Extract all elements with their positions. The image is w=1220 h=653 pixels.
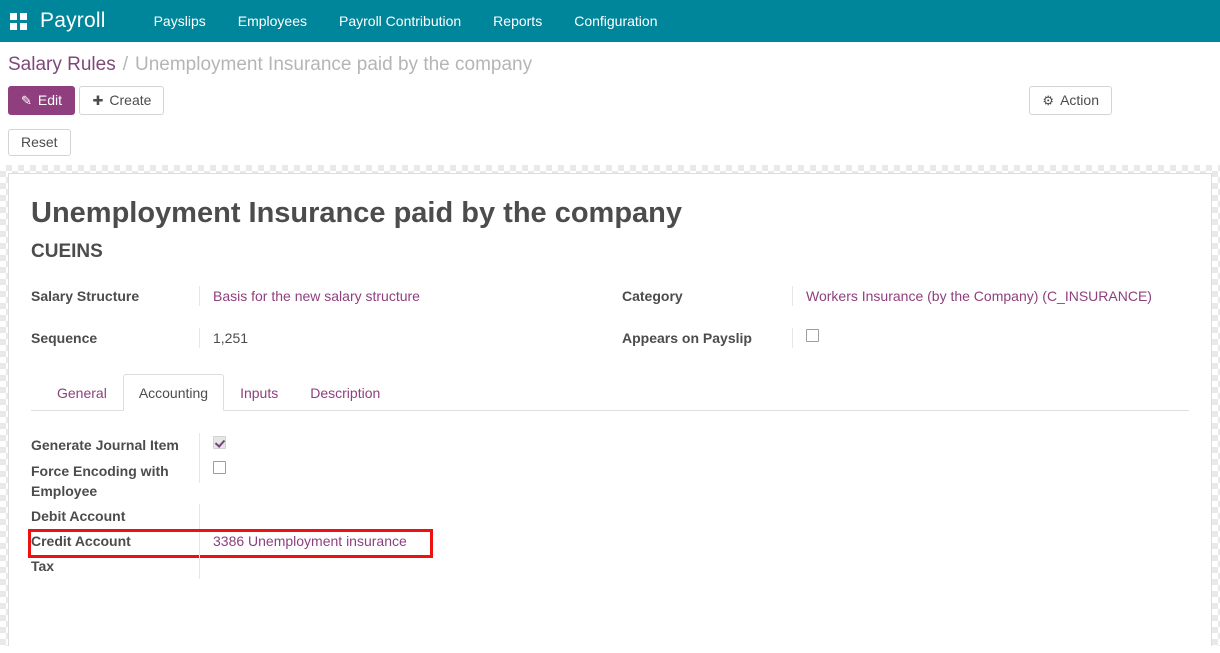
field-sequence: Sequence 1,251 [31,328,610,349]
tab-inputs[interactable]: Inputs [224,374,294,411]
form-sheet: Unemployment Insurance paid by the compa… [8,173,1212,646]
create-button-label: Create [109,92,152,108]
gear-icon: ⚙ [1042,93,1055,108]
create-button[interactable]: ✚ Create [79,86,165,115]
field-value-salary-structure[interactable]: Basis for the new salary structure [199,286,610,307]
field-category: Category Workers Insurance (by the Compa… [622,286,1189,307]
field-label-category: Category [622,288,683,305]
value-credit-account[interactable]: 3386 Unemployment insurance [199,529,1189,555]
label-generate-journal-item: Generate Journal Item [31,437,179,454]
field-columns: Salary Structure Basis for the new salar… [31,286,1189,370]
page-title: Unemployment Insurance paid by the compa… [31,197,683,229]
label-debit-account: Debit Account [31,508,126,525]
breadcrumb-current: Unemployment Insurance paid by the compa… [135,54,533,75]
field-column-right: Category Workers Insurance (by the Compa… [610,286,1189,370]
control-panel: ✎ Edit ✚ Create ⚙ Action [0,86,1220,122]
field-value-sequence[interactable]: 1,251 [199,328,610,349]
label-tax: Tax [31,558,55,575]
top-navbar: Payroll Payslips Employees Payroll Contr… [0,0,1220,42]
row-debit-account: Debit Account [31,504,1189,530]
label-credit-account: Credit Account [31,533,131,550]
field-salary-structure: Salary Structure Basis for the new salar… [31,286,610,307]
field-column-left: Salary Structure Basis for the new salar… [31,286,610,370]
breadcrumb-separator: / [122,54,128,75]
field-appears-on-payslip: Appears on Payslip [622,328,1189,349]
action-button[interactable]: ⚙ Action [1029,86,1112,115]
value-force-encoding-with-employee [199,458,1189,484]
action-button-label: Action [1060,92,1099,108]
nav-item-reports[interactable]: Reports [477,0,558,42]
edit-button-label: Edit [37,92,63,108]
field-label-appears-on-payslip: Appears on Payslip [622,330,752,347]
row-force-encoding-with-employee: Force Encoding with Employee [31,458,1189,504]
row-tax: Tax [31,554,1189,580]
label-force-encoding-with-employee: Force Encoding with Employee [31,463,169,500]
nav-item-payroll-contribution[interactable]: Payroll Contribution [323,0,477,42]
tab-accounting[interactable]: Accounting [122,374,225,412]
field-value-appears-on-payslip [792,328,1189,349]
reset-button[interactable]: Reset [8,129,71,156]
value-debit-account[interactable] [199,504,1189,530]
field-label-sequence: Sequence [31,330,98,347]
nav-item-employees[interactable]: Employees [222,0,323,42]
value-tax[interactable] [199,554,1189,580]
filter-row: Reset [0,122,1220,165]
breadcrumb: Salary Rules / Unemployment Insurance pa… [0,42,1220,86]
nav-item-payslips[interactable]: Payslips [138,0,222,42]
row-credit-account: Credit Account 3386 Unemployment insuran… [28,529,1189,559]
tab-pane-accounting: Generate Journal Item Force Encoding wit… [28,411,1189,580]
value-generate-journal-item [199,433,1189,459]
record-code: CUEINS [31,241,103,263]
form-backdrop: Unemployment Insurance paid by the compa… [0,165,1220,646]
edit-button[interactable]: ✎ Edit [8,86,76,115]
plus-icon: ✚ [92,93,104,108]
tab-description[interactable]: Description [294,374,396,411]
checkbox-appears-on-payslip[interactable] [806,329,819,343]
field-value-category[interactable]: Workers Insurance (by the Company) (C_IN… [792,286,1189,307]
tab-general[interactable]: General [41,374,123,411]
nav-item-configuration[interactable]: Configuration [558,0,673,42]
row-generate-journal-item: Generate Journal Item [31,433,1189,459]
field-label-salary-structure: Salary Structure [31,288,140,305]
checkbox-force-encoding-with-employee[interactable] [213,461,226,475]
apps-grid-icon[interactable] [10,13,28,30]
notebook-tabs: General Accounting Inputs Description [31,374,1189,412]
pencil-icon: ✎ [21,93,32,108]
checkbox-generate-journal-item[interactable] [213,436,226,450]
app-brand-payroll[interactable]: Payroll [40,9,106,33]
breadcrumb-parent-link[interactable]: Salary Rules [8,54,116,76]
